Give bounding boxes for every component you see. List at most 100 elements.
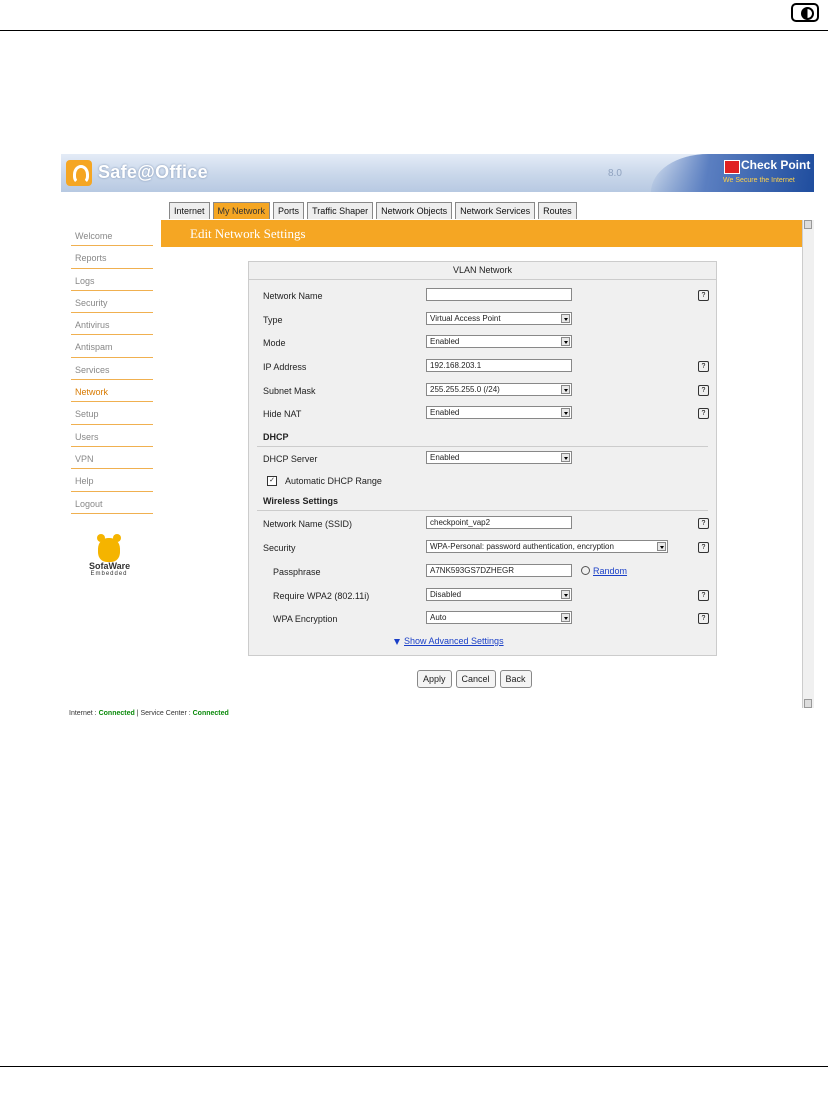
sofaware-logo: SofaWare Embedded bbox=[89, 534, 131, 577]
ssid-label: Network Name (SSID) bbox=[263, 519, 353, 529]
auto-dhcp-label: Automatic DHCP Range bbox=[285, 476, 382, 486]
network-name-label: Network Name bbox=[263, 291, 323, 301]
help-icon[interactable]: ? bbox=[698, 542, 709, 553]
page-title: Edit Network Settings bbox=[190, 226, 306, 241]
wpa-encryption-select[interactable]: Auto bbox=[426, 611, 572, 624]
mode-label: Mode bbox=[263, 338, 286, 348]
sidebar-item-antivirus[interactable]: Antivirus bbox=[71, 313, 153, 336]
help-icon[interactable]: ? bbox=[698, 518, 709, 529]
chevron-down-icon bbox=[561, 613, 570, 622]
chevron-down-icon bbox=[561, 385, 570, 394]
help-icon[interactable]: ? bbox=[698, 590, 709, 601]
mode-value: Enabled bbox=[430, 337, 460, 346]
app-window: Safe@Office 8.0 Check Point We Secure th… bbox=[61, 154, 822, 719]
wpa2-value: Disabled bbox=[430, 590, 462, 599]
apply-button[interactable]: Apply bbox=[417, 670, 452, 688]
dhcp-server-value: Enabled bbox=[430, 453, 460, 462]
sidebar-item-logs[interactable]: Logs bbox=[71, 269, 153, 291]
security-select[interactable]: WPA-Personal: password authentication, e… bbox=[426, 540, 668, 553]
security-label: Security bbox=[263, 543, 296, 553]
dhcp-section-title: DHCP bbox=[263, 432, 289, 442]
hide-nat-select[interactable]: Enabled bbox=[426, 406, 572, 419]
sofaware-bear-icon bbox=[97, 534, 121, 562]
scroll-up-button[interactable] bbox=[804, 220, 812, 229]
chevron-down-icon bbox=[561, 337, 570, 346]
sidebar-item-welcome[interactable]: Welcome bbox=[71, 224, 153, 247]
form-buttons: Apply Cancel Back bbox=[417, 670, 532, 688]
ssid-input[interactable]: checkpoint_vap2 bbox=[426, 516, 572, 529]
back-button[interactable]: Back bbox=[499, 670, 532, 688]
type-select[interactable]: Virtual Access Point bbox=[426, 312, 572, 325]
tab-network-objects[interactable]: Network Objects bbox=[376, 202, 453, 219]
help-icon[interactable]: ? bbox=[698, 361, 709, 372]
safe-office-logo-icon bbox=[66, 160, 92, 186]
help-icon[interactable]: ? bbox=[698, 408, 709, 419]
brand-name: Safe@Office bbox=[98, 162, 208, 182]
internet-status-label: Internet : bbox=[69, 710, 97, 717]
section-divider bbox=[257, 510, 708, 511]
scroll-down-button[interactable] bbox=[804, 699, 812, 708]
sidebar-item-antispam[interactable]: Antispam bbox=[71, 335, 153, 358]
security-value: WPA-Personal: password authentication, e… bbox=[430, 542, 614, 551]
wpa-encryption-label: WPA Encryption bbox=[273, 614, 338, 624]
network-name-input[interactable] bbox=[426, 288, 572, 301]
sidebar-item-network[interactable]: Network bbox=[71, 380, 153, 403]
random-link[interactable]: Random bbox=[593, 566, 627, 576]
internet-status-value: Connected bbox=[98, 710, 135, 717]
sidebar-item-security[interactable]: Security bbox=[71, 291, 153, 314]
help-icon[interactable]: ? bbox=[698, 385, 709, 396]
ip-address-label: IP Address bbox=[263, 362, 307, 372]
chevron-down-icon bbox=[561, 408, 570, 417]
sidebar-item-vpn[interactable]: VPN bbox=[71, 447, 153, 470]
service-center-label: | Service Center : bbox=[136, 710, 191, 717]
sidebar-item-services[interactable]: Services bbox=[71, 358, 153, 381]
sidebar-item-reports[interactable]: Reports bbox=[71, 246, 153, 269]
tab-my-network[interactable]: My Network bbox=[212, 202, 271, 219]
vertical-scrollbar[interactable] bbox=[802, 220, 814, 708]
sidebar-item-logout[interactable]: Logout bbox=[71, 492, 153, 514]
help-icon[interactable]: ? bbox=[698, 290, 709, 301]
type-value: Virtual Access Point bbox=[430, 314, 501, 323]
tab-internet[interactable]: Internet bbox=[169, 202, 210, 219]
ip-address-input[interactable]: 192.168.203.1 bbox=[426, 359, 572, 372]
auto-dhcp-checkbox[interactable]: ✓ bbox=[267, 476, 277, 486]
sidebar-item-setup[interactable]: Setup bbox=[71, 402, 153, 425]
sidebar-item-help[interactable]: Help bbox=[71, 469, 153, 492]
page-title-bar: Edit Network Settings bbox=[161, 220, 802, 247]
tab-routes[interactable]: Routes bbox=[538, 202, 577, 219]
expand-triangle-icon[interactable] bbox=[394, 639, 400, 645]
status-bar: Internet : Connected | Service Center : … bbox=[61, 708, 822, 719]
wpa2-label: Require WPA2 (802.11i) bbox=[273, 591, 370, 601]
help-icon[interactable]: ? bbox=[698, 613, 709, 624]
eye-icon bbox=[791, 3, 819, 22]
wpa-encryption-value: Auto bbox=[430, 613, 447, 622]
sidebar-item-users[interactable]: Users bbox=[71, 425, 153, 447]
subnet-mask-value: 255.255.255.0 (/24) bbox=[430, 385, 500, 394]
dhcp-server-label: DHCP Server bbox=[263, 454, 318, 464]
chevron-down-icon bbox=[561, 314, 570, 323]
cancel-button[interactable]: Cancel bbox=[455, 670, 496, 688]
passphrase-input[interactable]: A7NK593GS7DZHEGR bbox=[426, 564, 572, 577]
panel-title: VLAN Network bbox=[249, 262, 716, 280]
refresh-icon[interactable] bbox=[581, 566, 590, 575]
subnet-mask-label: Subnet Mask bbox=[263, 386, 316, 396]
vendor-name: Check Point bbox=[741, 158, 811, 172]
version-label: 8.0 bbox=[608, 168, 622, 179]
wpa2-select[interactable]: Disabled bbox=[426, 588, 572, 601]
subnet-mask-select[interactable]: 255.255.255.0 (/24) bbox=[426, 383, 572, 396]
dhcp-server-select[interactable]: Enabled bbox=[426, 451, 572, 464]
tab-traffic-shaper[interactable]: Traffic Shaper bbox=[307, 202, 374, 219]
hide-nat-label: Hide NAT bbox=[263, 409, 302, 419]
type-label: Type bbox=[263, 315, 283, 325]
sidebar: Welcome Reports Logs Security Antivirus … bbox=[71, 224, 153, 514]
section-divider bbox=[257, 446, 708, 447]
chevron-down-icon bbox=[561, 453, 570, 462]
passphrase-label: Passphrase bbox=[273, 567, 321, 577]
wireless-section-title: Wireless Settings bbox=[263, 496, 338, 506]
tab-network-services[interactable]: Network Services bbox=[455, 202, 536, 219]
sofaware-name: SofaWare bbox=[89, 561, 131, 571]
tab-ports[interactable]: Ports bbox=[273, 202, 305, 219]
show-advanced-link[interactable]: Show Advanced Settings bbox=[404, 636, 504, 646]
mode-select[interactable]: Enabled bbox=[426, 335, 572, 348]
chevron-down-icon bbox=[657, 542, 666, 551]
